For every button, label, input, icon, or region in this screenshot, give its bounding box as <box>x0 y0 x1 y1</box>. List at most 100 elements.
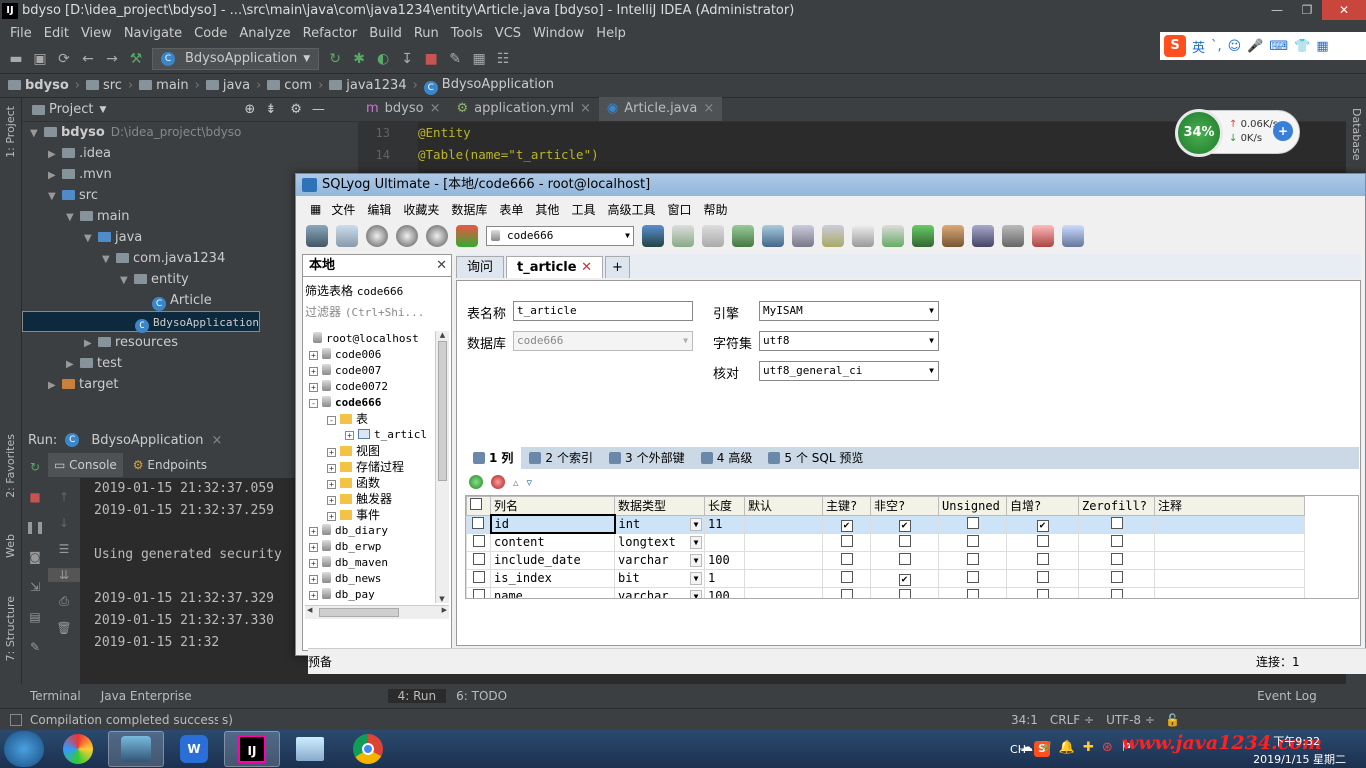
terminal-tab[interactable]: Terminal <box>20 689 91 703</box>
rerun-icon[interactable]: ↻ <box>327 51 343 67</box>
taskbar-app-sqlyog[interactable] <box>108 731 164 767</box>
chevron-down-icon[interactable]: ▼ <box>690 571 702 585</box>
tray-time[interactable]: 下午9:32 <box>1273 733 1320 749</box>
expand-icon[interactable]: + <box>327 448 336 457</box>
scroll-left-icon[interactable]: ◀ <box>307 606 312 614</box>
zf-cell[interactable] <box>1078 514 1155 534</box>
data-type-cell[interactable]: varchar ▼ <box>614 586 705 598</box>
chevron-down-icon[interactable]: ▼ <box>99 105 106 115</box>
un-cell[interactable] <box>938 550 1007 570</box>
breadcrumb-item[interactable]: src <box>85 78 122 93</box>
copy-db-icon[interactable] <box>942 225 964 247</box>
column-header[interactable]: 注释 <box>1154 496 1305 516</box>
column-header[interactable]: 非空? <box>870 496 939 516</box>
un-cell[interactable] <box>938 514 1007 534</box>
nn-cell[interactable]: ✔ <box>870 514 939 534</box>
sqlyog-menu-item[interactable]: 其他 <box>529 201 565 218</box>
table-row[interactable]: is_index bit ▼ 1 ✔ <box>466 568 1305 588</box>
start-button[interactable] <box>4 731 44 767</box>
charset-select[interactable]: utf8 ▼ <box>759 331 939 351</box>
select-all-header[interactable] <box>466 496 491 516</box>
checkbox-icon[interactable] <box>966 570 979 583</box>
chevron-down-icon[interactable]: ▼ <box>690 589 702 598</box>
column-header[interactable]: Zerofill? <box>1078 496 1155 516</box>
menu-item-run[interactable]: Run <box>408 26 445 41</box>
data-type-cell[interactable]: varchar ▼ <box>614 550 705 570</box>
plus-icon[interactable]: + <box>1273 121 1293 141</box>
exit-icon[interactable]: ⇲ <box>22 572 48 602</box>
designer-subtab[interactable]: 2 个索引 <box>521 447 601 469</box>
open-folder-icon[interactable]: ▬ <box>8 51 24 67</box>
zf-cell[interactable] <box>1078 550 1155 570</box>
object-tree-node[interactable]: + 函数 <box>303 475 435 491</box>
expand-icon[interactable]: + <box>309 383 318 392</box>
comment-cell[interactable] <box>1154 550 1305 570</box>
bell-icon[interactable]: 🔔 <box>1059 740 1075 755</box>
object-tree-node[interactable]: - code666 <box>303 395 435 411</box>
new-connection-icon[interactable] <box>336 225 358 247</box>
favorites-tool-tab[interactable]: 2: Favorites <box>4 434 17 498</box>
chevron-right-icon[interactable]: ▶ <box>66 354 80 375</box>
column-name-cell[interactable]: include_date <box>490 550 615 570</box>
move-up-icon[interactable]: ▵ <box>513 476 519 489</box>
object-tree-node[interactable]: + code006 <box>303 347 435 363</box>
project-structure-icon[interactable]: ▦ <box>471 51 487 67</box>
pk-cell[interactable] <box>822 550 871 570</box>
sqlyog-menu-item[interactable]: 数据库 <box>445 201 493 218</box>
engine-select[interactable]: MyISAM ▼ <box>759 301 939 321</box>
checkbox-icon[interactable] <box>840 570 853 583</box>
checkbox-icon[interactable] <box>1036 552 1049 565</box>
checkbox-icon[interactable] <box>1036 588 1049 598</box>
minimize-icon[interactable]: — <box>1262 0 1292 20</box>
default-cell[interactable] <box>744 514 823 534</box>
object-tree-node[interactable]: + t_articl <box>303 427 435 443</box>
wrap-icon[interactable]: ☰ <box>48 542 80 556</box>
chevron-right-icon[interactable]: ▶ <box>48 144 62 165</box>
checkbox-icon[interactable] <box>472 534 485 547</box>
column-header[interactable]: Unsigned <box>938 496 1007 516</box>
checkbox-icon[interactable] <box>840 588 853 598</box>
close-icon[interactable]: × <box>703 97 714 121</box>
column-header[interactable]: 列名 <box>490 496 615 516</box>
column-name-cell[interactable]: id <box>489 514 616 534</box>
shield-icon[interactable]: ⛨ <box>1041 740 1051 755</box>
row-select-cell[interactable] <box>466 550 491 570</box>
collation-select[interactable]: utf8_general_ci ▼ <box>759 361 939 381</box>
breadcrumb-item[interactable]: java <box>205 78 250 93</box>
checkbox-icon[interactable] <box>898 534 911 547</box>
scroll-down-icon[interactable]: ▼ <box>436 595 448 603</box>
designer-icon[interactable] <box>1062 225 1084 247</box>
column-header[interactable]: 自增? <box>1006 496 1079 516</box>
object-tree-node[interactable]: + 视图 <box>303 443 435 459</box>
build-hammer-icon[interactable]: ⚒ <box>128 51 144 67</box>
compare-icon[interactable] <box>912 225 934 247</box>
lock-icon[interactable]: 🔓 <box>1165 713 1180 727</box>
menu-item-tools[interactable]: Tools <box>445 26 489 41</box>
chevron-down-icon[interactable]: ▼ <box>120 270 134 291</box>
stop-query-icon[interactable] <box>426 225 448 247</box>
project-header-label[interactable]: Project <box>49 102 93 117</box>
column-name-cell[interactable]: content <box>490 532 615 552</box>
pk-cell[interactable] <box>822 586 871 598</box>
taskbar-app-swirl[interactable] <box>50 731 106 767</box>
length-cell[interactable]: 100 <box>704 550 745 570</box>
length-cell[interactable] <box>704 532 745 552</box>
database-tool-tab[interactable]: Database <box>1350 108 1363 161</box>
tree-scrollbar[interactable]: ▲ ▼ <box>435 331 449 603</box>
object-tree-node[interactable]: + 存储过程 <box>303 459 435 475</box>
expand-icon[interactable]: + <box>327 480 336 489</box>
object-tree-node[interactable]: + code007 <box>303 363 435 379</box>
tree-node[interactable]: C BdysoApplication <box>22 311 260 333</box>
profile-icon[interactable]: ↧ <box>399 51 415 67</box>
menu-item-edit[interactable]: Edit <box>38 26 75 41</box>
tree-node[interactable]: ▶ .idea <box>22 143 358 164</box>
toolbox-icon[interactable]: ▦ <box>1316 39 1328 54</box>
eraser-icon[interactable] <box>852 225 874 247</box>
checkbox-icon[interactable] <box>840 552 853 565</box>
pk-cell[interactable] <box>822 568 871 588</box>
menu-item-navigate[interactable]: Navigate <box>118 26 188 41</box>
designer-subtab[interactable]: 5个 SQL 预览 <box>760 447 871 469</box>
designer-subtab[interactable]: 4 高级 <box>693 447 761 469</box>
checkbox-icon[interactable] <box>966 516 979 529</box>
expand-icon[interactable]: + <box>327 464 336 473</box>
